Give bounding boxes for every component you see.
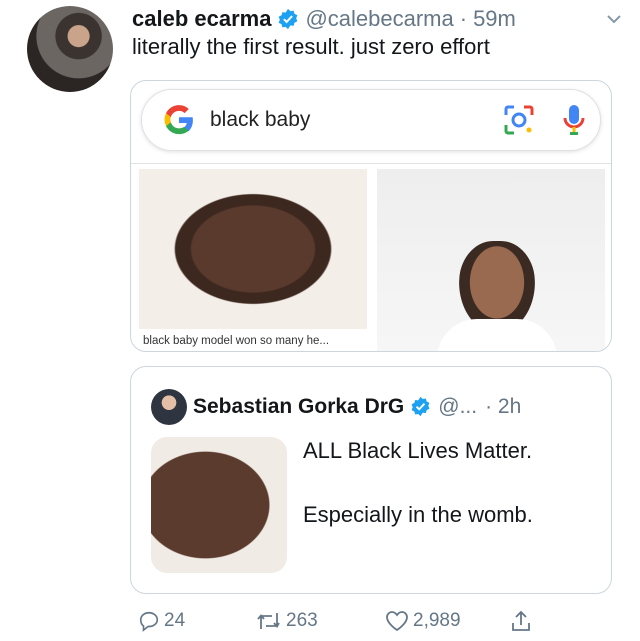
google-logo-icon [162, 103, 196, 137]
author-handle[interactable]: @calebecarma [305, 6, 453, 32]
quoted-author-name: Sebastian Gorka DrG [193, 395, 405, 418]
quoted-author-handle: @... [438, 395, 478, 418]
verified-badge-icon [410, 396, 432, 418]
camera-lens-icon [502, 103, 536, 137]
share-icon [512, 610, 530, 631]
result-caption: black baby model won so many he... [143, 335, 330, 347]
chevron-down-icon[interactable] [606, 9, 622, 30]
quoted-tweet-timestamp: · 2h [485, 395, 522, 418]
reply-count: 24 [164, 610, 186, 631]
quoted-tweet-header: Sebastian Gorka DrG @... · 2h [193, 389, 521, 425]
verified-badge-icon [277, 8, 299, 30]
result-image-baby-closeup [139, 169, 367, 329]
tweet-image-card[interactable]: black baby black baby model won so many … [130, 80, 612, 352]
quoted-author-avatar [151, 389, 187, 425]
reply-button[interactable]: 24 [138, 606, 185, 636]
author-name[interactable]: caleb ecarma [132, 6, 271, 32]
like-count: 2,989 [413, 610, 461, 631]
result-image-baby-stock [377, 169, 605, 351]
search-query: black baby [210, 108, 311, 131]
baby-body-shape [437, 319, 557, 351]
quoted-tweet-text: ALL Black Lives Matter. Especially in th… [303, 438, 533, 527]
microphone-icon [562, 102, 586, 138]
like-button[interactable]: 2,989 [385, 606, 461, 636]
retweet-count: 263 [286, 610, 318, 631]
quoted-tweet-image [151, 437, 287, 573]
reply-icon [139, 611, 159, 632]
results-divider [131, 163, 611, 164]
tweet-actions-bar: 24 263 2,989 [138, 606, 558, 636]
quoted-tweet[interactable]: Sebastian Gorka DrG @... · 2h ALL Black … [130, 366, 612, 594]
tweet-timestamp[interactable]: 59m [473, 6, 516, 32]
tweet-text: literally the first result. just zero ef… [132, 34, 490, 59]
google-search-bar: black baby [141, 89, 601, 151]
retweet-button[interactable]: 263 [256, 606, 318, 636]
retweet-icon [257, 613, 280, 629]
tweet-header: caleb ecarma @calebecarma · 59m [132, 3, 622, 35]
heart-icon [386, 611, 408, 632]
share-button[interactable] [510, 606, 536, 636]
author-avatar[interactable] [27, 6, 113, 92]
separator-dot: · [459, 6, 468, 31]
